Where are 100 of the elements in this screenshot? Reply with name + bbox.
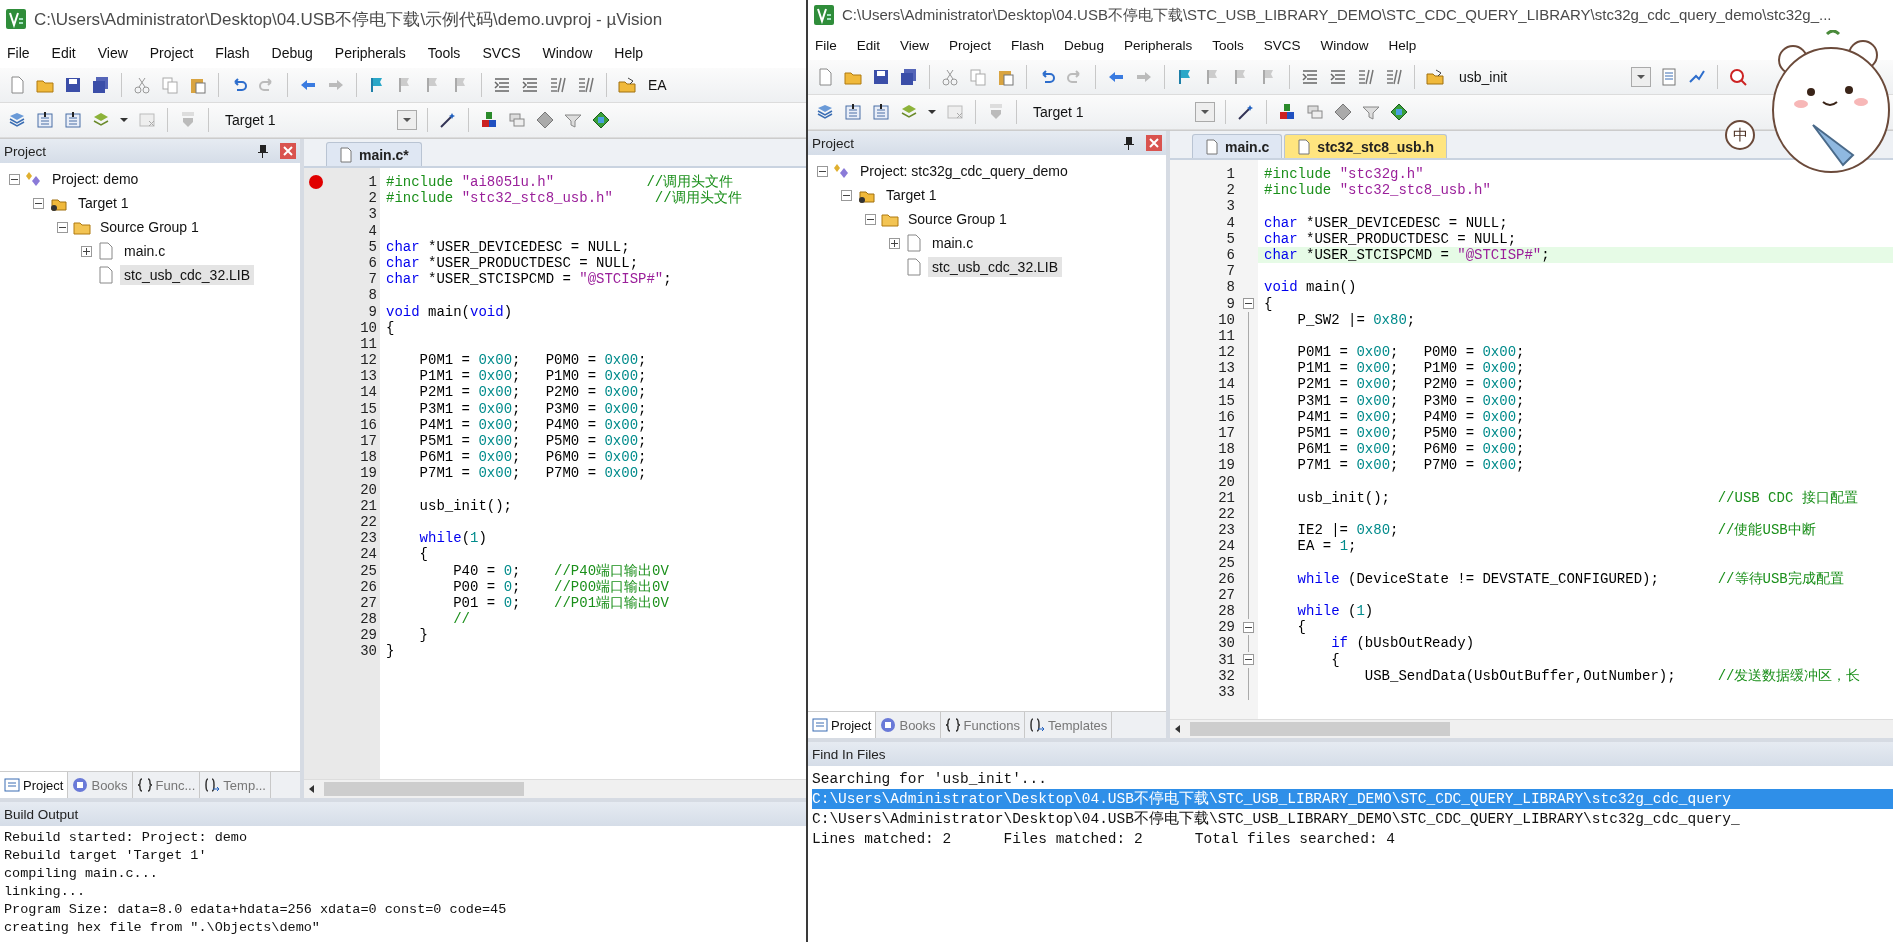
- template-icon: [204, 777, 221, 793]
- menu-item[interactable]: Tools: [1211, 35, 1245, 55]
- menu-item[interactable]: Window: [541, 43, 594, 63]
- tree-item[interactable]: stc_usb_cdc_32.LIB: [120, 265, 255, 285]
- find-result-line[interactable]: C:\Users\Administrator\Desktop\04.USB不停电下载\STC_USB_LIBRARY_DEMO\STC_CDC_QUERY_LIBRARY\stc32g_cdc_query_: [812, 809, 1893, 829]
- chip-icon[interactable]: [590, 109, 612, 131]
- line-number: 10: [359, 319, 378, 336]
- menu-item[interactable]: Tools: [426, 43, 462, 63]
- menu-item[interactable]: File: [814, 35, 838, 55]
- braces-icon: [136, 777, 153, 793]
- inspect-icon[interactable]: [1727, 66, 1749, 88]
- tree-item[interactable]: main.c: [928, 233, 978, 253]
- menu-item[interactable]: Peripherals: [1122, 35, 1194, 55]
- build-icon[interactable]: [870, 101, 892, 123]
- find-combo[interactable]: usb_init: [1452, 66, 1652, 88]
- line-number: 3: [367, 206, 378, 223]
- menu-item[interactable]: Edit: [50, 43, 77, 63]
- menu-item[interactable]: Debug: [270, 43, 314, 63]
- menu-item[interactable]: Peripherals: [333, 43, 407, 63]
- menu-item[interactable]: Debug: [1063, 35, 1105, 55]
- code-line: P6M1 = 0x00; P6M0 = 0x00;: [418, 449, 648, 466]
- expand-toggle[interactable]: [9, 173, 20, 185]
- build-icon[interactable]: [842, 101, 864, 123]
- line-number: 8: [1225, 279, 1236, 296]
- find-field[interactable]: EA: [644, 77, 667, 93]
- find-result-line[interactable]: Lines matched: 2 Files matched: 2 Total files searched: 4: [812, 829, 1893, 849]
- diamond-icon[interactable]: [534, 109, 556, 131]
- braces-icon: [944, 717, 961, 733]
- expand-toggle[interactable]: [57, 221, 68, 233]
- code-line: IE2 |= 0x80; //使能USB中断: [1296, 522, 1817, 539]
- menu-item[interactable]: SVCS: [481, 43, 522, 63]
- build-output-line: creating hex file from ".\Objects\demo": [4, 919, 321, 937]
- menu-item[interactable]: Help: [1387, 35, 1418, 55]
- code-line: P3M1 = 0x00; P3M0 = 0x00;: [418, 400, 648, 417]
- menu-item[interactable]: Project: [948, 35, 993, 55]
- line-number: 14: [1217, 376, 1236, 393]
- expand-toggle[interactable]: [841, 189, 852, 201]
- target-select[interactable]: Target 1: [1026, 101, 1216, 123]
- tree-item[interactable]: Source Group 1: [96, 217, 203, 237]
- line-number: 7: [367, 271, 378, 288]
- pin-icon: [256, 144, 270, 158]
- horizontal-scrollbar[interactable]: [304, 779, 806, 798]
- expand-toggle[interactable]: [33, 197, 44, 209]
- build-icon[interactable]: [62, 109, 84, 131]
- tree-item[interactable]: Target 1: [882, 185, 941, 205]
- menu-item[interactable]: Flash: [214, 43, 251, 63]
- editor-tab[interactable]: main.c: [1192, 134, 1283, 158]
- collapse-toggle[interactable]: [1242, 654, 1254, 666]
- horizontal-scrollbar[interactable]: [1170, 719, 1893, 738]
- line-number: 9: [1225, 295, 1236, 312]
- code-line: P7M1 = 0x00; P7M0 = 0x00;: [1296, 457, 1526, 474]
- diamond-icon[interactable]: [1332, 101, 1354, 123]
- build-icon[interactable]: [34, 109, 56, 131]
- template-icon: [1029, 717, 1045, 733]
- editor-tab[interactable]: stc32_stc8_usb.h: [1284, 134, 1448, 158]
- expand-toggle[interactable]: [817, 165, 828, 177]
- tree-item[interactable]: stc_usb_cdc_32.LIB: [928, 257, 1063, 277]
- panel-tab[interactable]: Project: [0, 772, 69, 798]
- close-button[interactable]: [280, 143, 296, 159]
- code-line: USB_SendData(UsbOutBuffer,OutNumber); //发送数据缓冲区，长: [1363, 667, 1862, 684]
- line-number: 29: [359, 627, 378, 644]
- menu-item[interactable]: Flash: [1010, 35, 1046, 55]
- panel-tab[interactable]: Project: [808, 712, 877, 738]
- menu-item[interactable]: SVCS: [1262, 35, 1302, 55]
- menu-item[interactable]: View: [899, 35, 931, 55]
- menu-item[interactable]: Window: [1319, 35, 1370, 55]
- tree-item[interactable]: Source Group 1: [904, 209, 1011, 229]
- menu-item[interactable]: View: [96, 43, 129, 63]
- breakpoint-icon[interactable]: [309, 175, 323, 190]
- code-line: P1M1 = 0x00; P1M0 = 0x00;: [1296, 360, 1526, 377]
- tree-item[interactable]: Project: stc32g_cdc_query_demo: [856, 161, 1072, 181]
- menu-item[interactable]: Project: [148, 43, 195, 63]
- code-line: P1M1 = 0x00; P1M0 = 0x00;: [418, 368, 648, 385]
- line-number: 25: [1217, 554, 1236, 571]
- line-number: 2: [367, 190, 378, 207]
- menu-item[interactable]: Edit: [855, 35, 882, 55]
- close-button[interactable]: [1146, 135, 1162, 151]
- menu-item[interactable]: Help: [613, 43, 645, 63]
- editor-tab[interactable]: main.c*: [326, 142, 422, 166]
- tree-item[interactable]: main.c: [120, 241, 170, 261]
- collapse-toggle[interactable]: [1242, 621, 1254, 633]
- line-number: 1: [367, 174, 378, 191]
- line-number: 17: [359, 433, 378, 450]
- find-result-line[interactable]: Searching for 'usb_init'...: [812, 769, 1893, 789]
- line-number: 30: [1217, 635, 1236, 652]
- tree-item[interactable]: Target 1: [74, 193, 133, 213]
- tree-item[interactable]: Project: demo: [48, 169, 143, 189]
- expand-toggle[interactable]: [865, 213, 876, 225]
- collapse-toggle[interactable]: [1242, 298, 1254, 310]
- books-icon: [72, 777, 89, 793]
- expand-toggle[interactable]: [889, 237, 900, 249]
- line-number: 12: [359, 352, 378, 369]
- chip-icon[interactable]: [1388, 101, 1410, 123]
- code-line: char *USER_DEVICEDESC = NULL;: [1263, 214, 1509, 231]
- expand-toggle[interactable]: [81, 245, 92, 257]
- code-line: void main(void): [385, 303, 514, 320]
- code-line: EA = 1;: [1296, 538, 1358, 555]
- menu-item[interactable]: File: [6, 43, 31, 63]
- line-number: 26: [359, 578, 378, 595]
- target-select[interactable]: Target 1: [218, 109, 418, 131]
